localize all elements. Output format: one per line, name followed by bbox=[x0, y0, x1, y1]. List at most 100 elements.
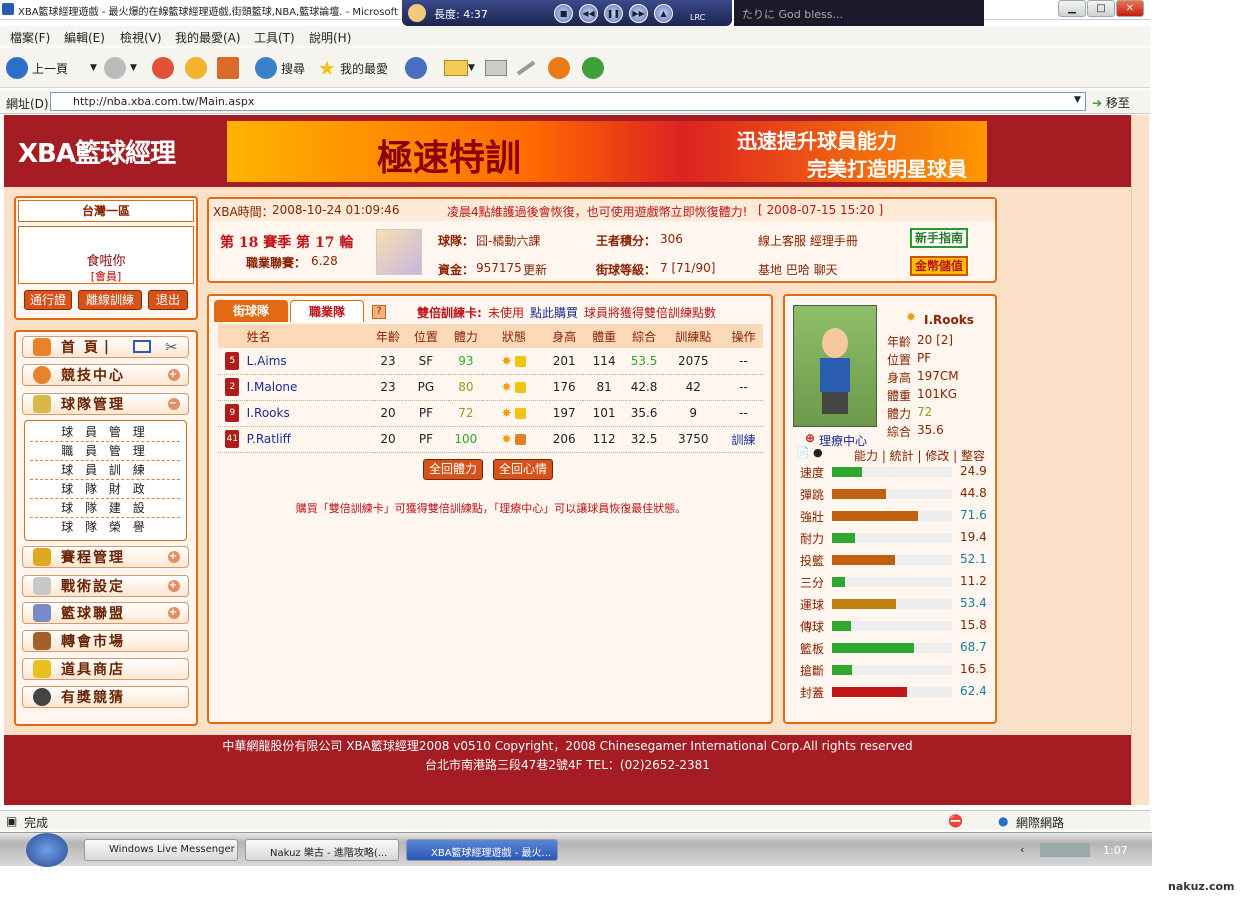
footer-address: 台北市南港路三段47巷2號4F TEL：(02)2652-2381 bbox=[425, 758, 710, 772]
stat-name: 彈跳 bbox=[800, 488, 825, 502]
favorites-button[interactable]: ★ 我的最愛 bbox=[318, 56, 388, 80]
promo-banner[interactable]: 極速特訓 迅速提升球員能力 完美打造明星球員 bbox=[227, 121, 987, 182]
submenu-player-management[interactable]: 球 員 管 理 bbox=[30, 423, 180, 442]
restore-mood-button[interactable]: 全回心情 bbox=[493, 459, 553, 480]
expand-icon[interactable]: + bbox=[168, 607, 180, 619]
player-name-link[interactable]: I.Malone bbox=[246, 374, 374, 401]
submenu-team-facilities[interactable]: 球 隊 建 設 bbox=[30, 499, 180, 518]
site-logo[interactable]: XBA籃球經理 bbox=[18, 133, 176, 170]
nav-schedule[interactable]: 賽程管理 + bbox=[22, 546, 189, 568]
offline-training-button[interactable]: 離線訓練 bbox=[78, 290, 142, 310]
service-links[interactable]: 線上客服 經理手冊 bbox=[758, 232, 858, 249]
player-portrait[interactable] bbox=[793, 305, 877, 427]
stat-row: 速度 24.9 bbox=[798, 461, 988, 483]
star-icon: ★ bbox=[318, 56, 336, 80]
collapse-icon[interactable]: − bbox=[168, 398, 180, 410]
home-button[interactable] bbox=[217, 56, 243, 80]
restore-stamina-button[interactable]: 全回體力 bbox=[423, 459, 483, 480]
extension-button[interactable] bbox=[548, 56, 574, 80]
messenger-button[interactable] bbox=[582, 56, 608, 80]
go-button[interactable]: ➔ 移至 bbox=[1092, 94, 1130, 111]
popup-blocker-icon[interactable]: ⛔ bbox=[948, 814, 963, 828]
mood-face-icon bbox=[515, 355, 527, 367]
menu-tools[interactable]: 工具(T) bbox=[254, 29, 295, 46]
stop-button[interactable] bbox=[152, 56, 178, 80]
address-dropdown-icon[interactable]: ▼ bbox=[1074, 95, 1081, 105]
stat-bar-track bbox=[832, 511, 952, 521]
minimize-button[interactable]: ▁ bbox=[1058, 0, 1086, 17]
tab-pro-team[interactable]: 職業隊 bbox=[290, 300, 364, 322]
page-scrollbar[interactable] bbox=[1131, 115, 1149, 805]
eject-icon[interactable]: ▲ bbox=[654, 4, 673, 23]
submenu-player-training[interactable]: 球 員 訓 練 bbox=[30, 461, 180, 480]
nav-home[interactable]: 首 頁 | ✂ bbox=[22, 336, 189, 358]
expand-icon[interactable]: + bbox=[168, 369, 180, 381]
bomb-icon[interactable]: ● bbox=[813, 446, 823, 459]
forward-button[interactable]: ▼ bbox=[104, 56, 137, 80]
gold-icon bbox=[33, 660, 51, 678]
menu-favorites[interactable]: 我的最愛(A) bbox=[175, 29, 241, 46]
player-stamina: 80 bbox=[449, 374, 483, 401]
task-messenger[interactable]: Windows Live Messenger bbox=[84, 839, 238, 861]
submenu-staff-management[interactable]: 職 員 管 理 bbox=[30, 442, 180, 461]
maintenance-notice[interactable]: 凌晨4點維護過後會恢復，也可使用遊戲幣立即恢復體力! bbox=[447, 203, 747, 220]
nav-team-management[interactable]: 球隊管理 − bbox=[22, 393, 189, 415]
team-avatar[interactable] bbox=[376, 229, 422, 275]
player-name-link[interactable]: L.Aims bbox=[246, 348, 374, 375]
mail-icon[interactable] bbox=[133, 340, 151, 353]
menu-file[interactable]: 檔案(F) bbox=[10, 29, 50, 46]
rewind-icon[interactable]: ◀◀ bbox=[579, 4, 598, 23]
nav-tactics[interactable]: 戰術設定 + bbox=[22, 575, 189, 597]
start-button[interactable] bbox=[26, 833, 68, 867]
train-link[interactable]: 訓練 bbox=[723, 426, 763, 453]
edit-button[interactable] bbox=[516, 56, 536, 80]
community-links[interactable]: 基地 巴哈 聊天 bbox=[758, 261, 838, 278]
address-input[interactable]: http://nba.xba.com.tw/Main.aspx bbox=[50, 92, 1086, 111]
task-nakuz[interactable]: Nakuz 樂古 - 進階攻略(... bbox=[245, 839, 399, 861]
nav-arena[interactable]: 競技中心 + bbox=[22, 364, 189, 386]
close-button[interactable]: ✕ bbox=[1116, 0, 1144, 17]
nav-transfer-market[interactable]: 轉會市場 bbox=[22, 630, 189, 652]
passport-button[interactable]: 通行證 bbox=[24, 290, 72, 310]
logout-button[interactable]: 退出 bbox=[148, 290, 188, 310]
menu-view[interactable]: 檢視(V) bbox=[120, 29, 162, 46]
player-name-link[interactable]: I.Rooks bbox=[246, 400, 374, 427]
profile-field-label: 年齡 bbox=[887, 335, 912, 349]
media-button[interactable] bbox=[405, 56, 431, 80]
player-position: PG bbox=[402, 374, 450, 401]
submenu-team-finance[interactable]: 球 隊 財 政 bbox=[30, 480, 180, 499]
buy-card-link[interactable]: 點此購買 bbox=[530, 304, 578, 321]
expand-icon[interactable]: + bbox=[168, 580, 180, 592]
pause-icon[interactable]: ❚❚ bbox=[604, 4, 623, 23]
menu-edit[interactable]: 編輯(E) bbox=[64, 29, 105, 46]
tab-street-team[interactable]: 街球隊 bbox=[214, 300, 288, 322]
expand-icon[interactable]: + bbox=[168, 551, 180, 563]
stop-icon[interactable]: ■ bbox=[554, 4, 573, 23]
refresh-button[interactable] bbox=[185, 56, 211, 80]
nav-prize-quiz[interactable]: 有獎競猜 bbox=[22, 686, 189, 708]
task-xba[interactable]: XBA籃球經理遊戲 - 最火... bbox=[406, 839, 558, 861]
back-button[interactable]: 上一頁 ▼ bbox=[6, 56, 97, 80]
print-button[interactable] bbox=[485, 56, 507, 80]
maximize-button[interactable]: □ bbox=[1087, 0, 1115, 17]
refresh-link[interactable]: 更新 bbox=[523, 261, 547, 278]
newbie-guide-button[interactable]: 新手指南 bbox=[910, 228, 968, 248]
player-name-link[interactable]: P.Ratliff bbox=[246, 426, 374, 453]
player-position: PF bbox=[402, 400, 450, 427]
menu-help[interactable]: 說明(H) bbox=[309, 29, 351, 46]
note-icon[interactable]: 📄 bbox=[796, 446, 810, 459]
tray-icons[interactable] bbox=[1040, 843, 1090, 857]
forward-icon[interactable]: ▶▶ bbox=[629, 4, 648, 23]
tray-expand-icon[interactable]: ‹ bbox=[1020, 843, 1024, 856]
media-icon bbox=[405, 57, 427, 79]
tools-icon[interactable]: ✂ bbox=[165, 338, 180, 356]
player-shorts bbox=[822, 392, 848, 414]
search-button[interactable]: 搜尋 bbox=[255, 56, 305, 80]
mail-button[interactable]: ▼ bbox=[444, 56, 475, 80]
player-avatar-icon bbox=[408, 4, 426, 22]
nav-league[interactable]: 籃球聯盟 + bbox=[22, 602, 189, 624]
nav-item-shop[interactable]: 道具商店 bbox=[22, 658, 189, 680]
help-icon[interactable]: ? bbox=[372, 305, 386, 319]
gold-topup-button[interactable]: 金幣儲值 bbox=[910, 256, 968, 276]
submenu-team-honors[interactable]: 球 隊 榮 譽 bbox=[30, 518, 180, 537]
